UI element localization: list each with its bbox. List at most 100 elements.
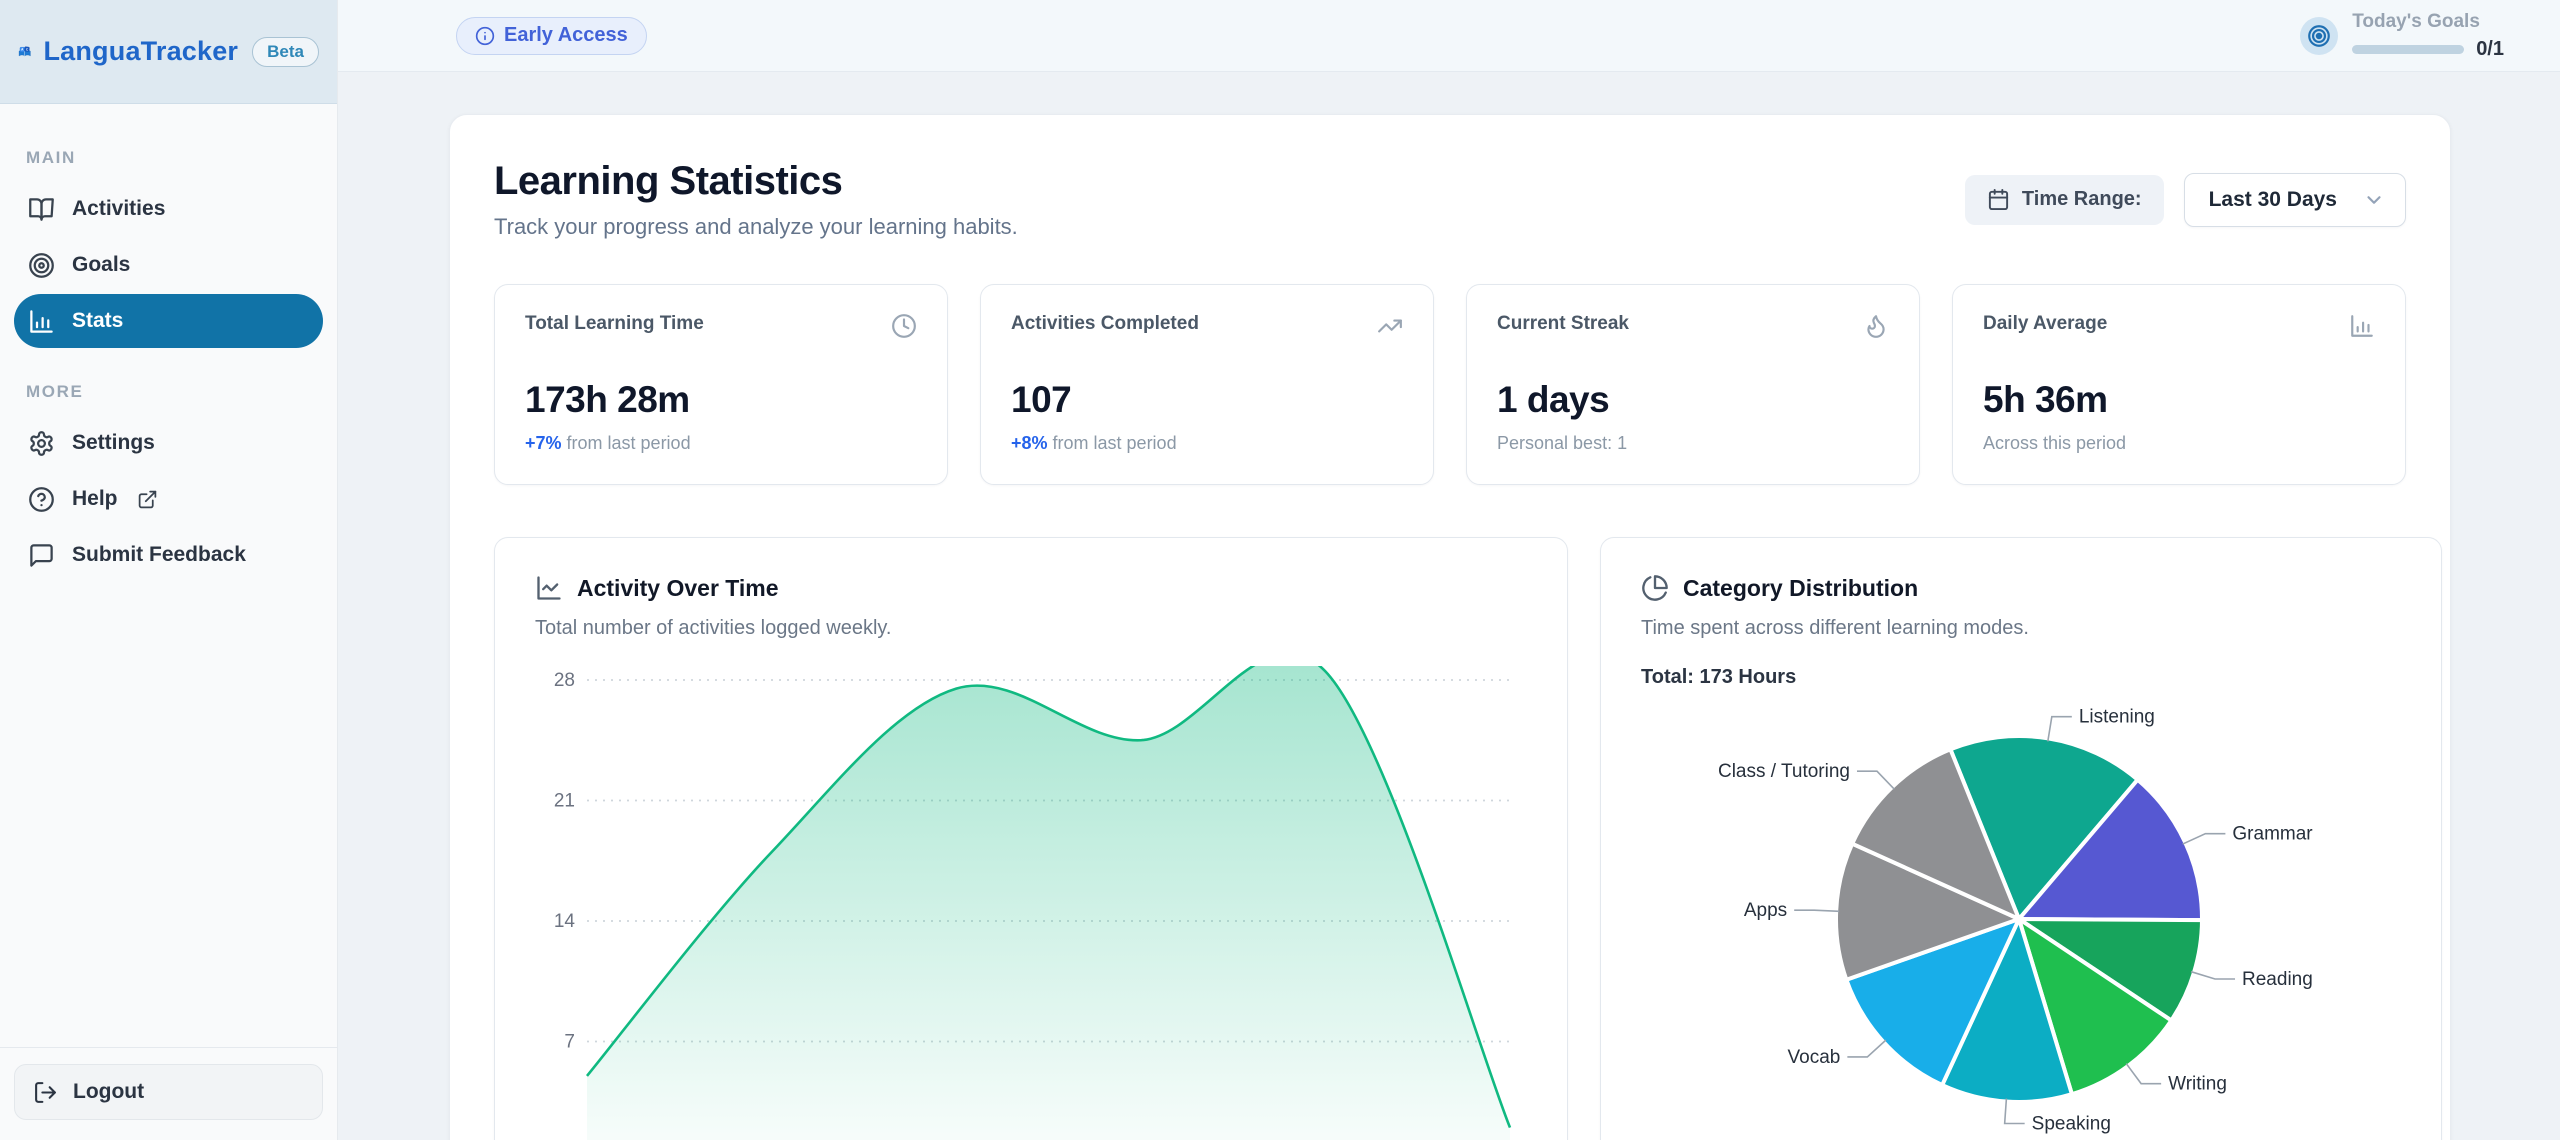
sidebar-nav: MAIN Activities Goals Stats MORE — [0, 104, 337, 1047]
pie-chart-icon — [1641, 574, 1669, 602]
category-pie-chart[interactable]: ListeningGrammarReadingWritingSpeakingVo… — [1641, 699, 2401, 1140]
chart-subtitle: Total number of activities logged weekly… — [535, 617, 1527, 640]
app-logo-icon: A C — [18, 28, 31, 76]
target-icon — [28, 252, 55, 279]
book-open-icon — [28, 196, 55, 223]
time-range-label: Time Range: — [2022, 188, 2142, 211]
pie-label-leader — [2126, 1064, 2161, 1084]
pie-label-leader — [2183, 834, 2226, 844]
learning-statistics-panel: Learning Statistics Track your progress … — [449, 114, 2451, 1140]
pie-slice-label: Apps — [1744, 900, 1787, 921]
chart-title: Activity Over Time — [577, 575, 779, 602]
pie-label-leader — [1847, 1040, 1885, 1057]
sidebar-section-more: MORE — [14, 382, 323, 402]
sidebar: A C LanguaTracker Beta MAIN Activities G… — [0, 0, 338, 1140]
stat-note: Personal best: 1 — [1497, 433, 1627, 453]
stat-note: Across this period — [1983, 433, 2126, 453]
page-title: Learning Statistics — [494, 159, 1018, 204]
logout-label: Logout — [73, 1080, 144, 1104]
goals-target-icon-wrap — [2300, 17, 2338, 55]
flame-icon — [1863, 313, 1889, 339]
chart-title: Category Distribution — [1683, 575, 1918, 602]
sidebar-item-label: Stats — [72, 309, 123, 333]
stat-note: from last period — [1048, 433, 1177, 453]
app-title: LanguaTracker — [43, 36, 238, 67]
sidebar-item-goals[interactable]: Goals — [14, 238, 323, 292]
sidebar-item-help[interactable]: Help — [14, 472, 323, 526]
target-icon — [2306, 23, 2332, 49]
y-axis-tick: 28 — [554, 670, 575, 691]
pie-label-leader — [1857, 771, 1894, 789]
page-subtitle: Track your progress and analyze your lea… — [494, 214, 1018, 240]
stat-card-total-learning-time: Total Learning Time 173h 28m +7% from la… — [494, 284, 948, 485]
todays-goals-widget[interactable]: Today's Goals 0/1 — [2300, 11, 2504, 61]
sidebar-item-label: Activities — [72, 197, 165, 221]
stat-delta: +8% — [1011, 433, 1048, 453]
stat-title: Activities Completed — [1011, 313, 1199, 335]
stat-note: from last period — [562, 433, 691, 453]
message-square-icon — [28, 542, 55, 569]
time-range-chip: Time Range: — [1965, 175, 2164, 225]
stat-delta: +7% — [525, 433, 562, 453]
stat-value: 173h 28m — [525, 379, 917, 421]
y-axis-tick: 14 — [554, 911, 576, 932]
beta-badge: Beta — [252, 37, 319, 67]
y-axis-tick: 21 — [554, 791, 575, 812]
todays-goals-label: Today's Goals — [2352, 11, 2480, 33]
pie-slice-label: Grammar — [2232, 824, 2313, 845]
activity-over-time-card: Activity Over Time Total number of activ… — [494, 537, 1568, 1140]
chart-total: Total: 173 Hours — [1641, 666, 2401, 689]
stat-card-daily-average: Daily Average 5h 36m Across this period — [1952, 284, 2406, 485]
trending-up-icon — [1377, 313, 1403, 339]
pie-slice-label: Writing — [2168, 1074, 2227, 1095]
clock-icon — [891, 313, 917, 339]
logout-icon — [33, 1080, 58, 1105]
pie-label-leader — [1794, 910, 1839, 911]
goals-progress-bar — [2352, 45, 2464, 54]
sidebar-footer: Logout — [0, 1047, 337, 1140]
pie-slice-label: Speaking — [2032, 1113, 2111, 1134]
pie-slice-label: Class / Tutoring — [1718, 761, 1850, 782]
calendar-icon — [1987, 188, 2010, 211]
info-icon — [475, 26, 495, 46]
pie-label-leader — [2191, 972, 2235, 979]
stat-card-activities-completed: Activities Completed 107 +8% from last p… — [980, 284, 1434, 485]
sidebar-item-label: Submit Feedback — [72, 543, 246, 567]
category-distribution-card: Category Distribution Time spent across … — [1600, 537, 2442, 1140]
sidebar-item-settings[interactable]: Settings — [14, 416, 323, 470]
bar-chart-icon — [2349, 313, 2375, 339]
line-chart-icon — [535, 574, 563, 602]
help-circle-icon — [28, 486, 55, 513]
chart-subtitle: Time spent across different learning mod… — [1641, 617, 2401, 640]
time-range-value: Last 30 Days — [2209, 188, 2337, 212]
stat-value: 5h 36m — [1983, 379, 2375, 421]
logout-button[interactable]: Logout — [14, 1064, 323, 1120]
sidebar-item-stats[interactable]: Stats — [14, 294, 323, 348]
sidebar-section-main: MAIN — [14, 148, 323, 168]
early-access-badge: Early Access — [456, 17, 647, 55]
app-root: A C LanguaTracker Beta MAIN Activities G… — [0, 0, 2560, 1140]
sidebar-item-activities[interactable]: Activities — [14, 182, 323, 236]
stat-card-current-streak: Current Streak 1 days Personal best: 1 — [1466, 284, 1920, 485]
stat-title: Total Learning Time — [525, 313, 704, 335]
stat-value: 1 days — [1497, 379, 1889, 421]
sidebar-item-label: Goals — [72, 253, 130, 277]
gear-icon — [28, 430, 55, 457]
chevron-down-icon — [2363, 189, 2385, 211]
sidebar-item-label: Settings — [72, 431, 155, 455]
main-content: Learning Statistics Track your progress … — [338, 72, 2560, 1140]
todays-goals-value: 0/1 — [2476, 38, 2504, 61]
bar-chart-icon — [28, 308, 55, 335]
stat-title: Current Streak — [1497, 313, 1629, 335]
sidebar-item-submit-feedback[interactable]: Submit Feedback — [14, 528, 323, 582]
stat-value: 107 — [1011, 379, 1403, 421]
activity-area-chart-svg: 07142128 — [535, 666, 1527, 1140]
time-range-select[interactable]: Last 30 Days — [2184, 173, 2406, 227]
stat-title: Daily Average — [1983, 313, 2107, 335]
pie-slice-label: Vocab — [1788, 1047, 1841, 1068]
sidebar-header: A C LanguaTracker Beta — [0, 0, 337, 104]
sidebar-item-label: Help — [72, 487, 118, 511]
topbar: Early Access Today's Goals 0/1 — [338, 0, 2560, 72]
pie-slice-label: Reading — [2242, 969, 2313, 990]
activity-area-chart[interactable]: 07142128 — [535, 666, 1527, 1140]
